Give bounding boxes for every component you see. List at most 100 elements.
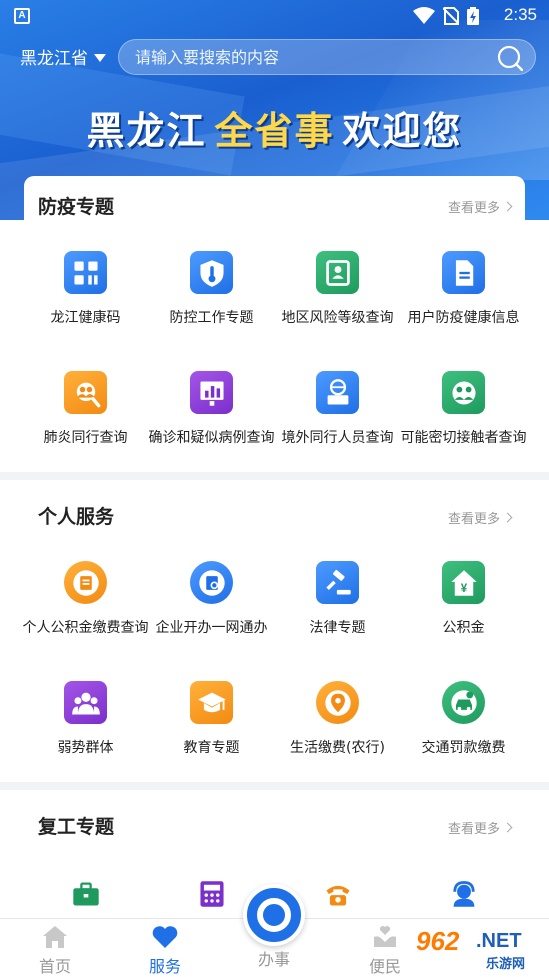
welcome-text-left: 黑龙江	[86, 109, 207, 153]
risk-map-icon	[325, 259, 350, 286]
clock: 2:35	[503, 5, 537, 24]
service-item-label: 用户防疫健康信息	[407, 310, 520, 326]
service-tile	[316, 561, 359, 604]
service-item[interactable]: 肺炎同行查询	[17, 371, 154, 491]
home-icon	[43, 926, 67, 948]
service-item[interactable]: 交通罚款缴费	[395, 681, 532, 801]
service-item-label: 公积金	[442, 620, 485, 636]
chevron-right-icon	[502, 512, 513, 523]
hands-heart-icon	[374, 926, 396, 947]
service-item[interactable]: 法律专题	[269, 561, 406, 681]
view-more-label: 查看更多	[447, 512, 500, 527]
service-item-label: 企业开办一网通办	[155, 620, 268, 636]
chevron-down-icon	[94, 53, 106, 62]
service-item-label: 肺炎同行查询	[43, 430, 128, 446]
section-header: 防疫专题 查看更多	[24, 176, 525, 232]
view-more-link[interactable]: 查看更多	[447, 197, 513, 216]
service-tile	[64, 251, 107, 294]
service-tile	[64, 561, 107, 604]
service-tile	[190, 561, 233, 604]
service-item[interactable]: 生活缴费(农行)	[269, 681, 406, 801]
svg-text:¥: ¥	[460, 583, 467, 595]
document-icon	[455, 259, 473, 286]
group-icon	[71, 692, 100, 715]
shield-thermometer-icon	[199, 259, 224, 287]
service-item-label: 防控工作专题	[169, 310, 254, 326]
service-tile	[64, 681, 107, 724]
center-action-label: 办事	[257, 950, 290, 969]
welcome-text-right: 欢迎您	[342, 109, 463, 153]
bar-chart-icon	[199, 380, 224, 406]
tab-label: 首页	[38, 957, 71, 976]
view-more-link[interactable]: 查看更多	[447, 508, 513, 527]
welcome-text-mid: 全省事	[214, 109, 335, 153]
service-tile	[190, 872, 233, 915]
section-title: 个人服务	[38, 506, 115, 528]
service-item[interactable]: 个人公积金缴费查询	[17, 561, 154, 681]
service-item-label: 确诊和疑似病例查询	[148, 430, 275, 446]
service-item[interactable]: 境外同行人员查询	[269, 371, 406, 491]
tab-service[interactable]: 服务	[110, 919, 220, 977]
no-sim-icon	[443, 7, 459, 25]
service-item[interactable]	[17, 872, 154, 918]
search-bar[interactable]	[118, 39, 536, 75]
business-doc-icon	[198, 569, 225, 596]
service-item-label: 交通罚款缴费	[421, 740, 506, 756]
service-tile	[442, 371, 485, 414]
affairs-logo-icon	[257, 898, 291, 932]
service-item-label: 龙江健康码	[50, 310, 121, 326]
service-item-label: 教育专题	[183, 740, 240, 756]
service-item[interactable]: 弱势群体	[17, 681, 154, 801]
globe-computer-icon	[327, 378, 348, 405]
service-tile	[64, 872, 107, 915]
service-item-label: 个人公积金缴费查询	[22, 620, 149, 636]
service-item[interactable]: 防控工作专题	[143, 251, 280, 371]
telephone-icon	[325, 885, 350, 906]
service-item-label: 境外同行人员查询	[281, 430, 394, 446]
service-item[interactable]: 确诊和疑似病例查询	[143, 371, 280, 491]
service-item[interactable]: 企业开办一网通办	[143, 561, 280, 681]
service-item-label: 弱势群体	[57, 740, 114, 756]
service-item[interactable]	[395, 872, 532, 918]
car-fine-icon	[450, 689, 477, 716]
region-label: 黑龙江省	[20, 49, 88, 69]
service-item-label: 法律专题	[309, 620, 366, 636]
chevron-right-icon	[502, 201, 513, 212]
watermark-net: .NET	[476, 930, 522, 952]
region-selector[interactable]: 黑龙江省	[20, 44, 106, 69]
service-tile	[442, 681, 485, 724]
service-item-label: 可能密切接触者查询	[400, 430, 527, 446]
customer-service-icon	[452, 880, 475, 907]
service-item[interactable]: 可能密切接触者查询	[395, 371, 532, 491]
section-title: 防疫专题	[38, 196, 115, 218]
view-more-label: 查看更多	[447, 822, 500, 837]
service-tile	[316, 251, 359, 294]
people-search-icon	[76, 382, 100, 407]
service-item[interactable]: 龙江健康码	[17, 251, 154, 371]
section-title: 复工专题	[38, 816, 115, 838]
battery-charging-icon	[467, 7, 479, 25]
service-tile	[190, 371, 233, 414]
service-item[interactable]: ¥ 公积金	[395, 561, 532, 681]
service-tile	[64, 371, 107, 414]
service-item[interactable]: 教育专题	[143, 681, 280, 801]
graduation-cap-icon	[197, 692, 226, 712]
center-action-button[interactable]	[243, 884, 305, 946]
briefcase-icon	[72, 881, 99, 906]
search-input[interactable]	[135, 40, 475, 74]
service-tile	[190, 681, 233, 724]
tab-home[interactable]: 首页	[0, 919, 110, 977]
site-watermark: 962 .NET 乐游网	[410, 924, 545, 972]
app-notification-icon: A	[14, 8, 30, 24]
service-tile	[316, 872, 359, 915]
watermark-number: 962	[416, 926, 460, 956]
service-item[interactable]: 地区风险等级查询	[269, 251, 406, 371]
service-tile	[442, 251, 485, 294]
service-tile	[190, 251, 233, 294]
service-tile	[316, 371, 359, 414]
view-more-label: 查看更多	[447, 201, 500, 216]
search-icon[interactable]	[497, 45, 523, 71]
fund-doc-icon	[72, 569, 99, 596]
service-item[interactable]: 用户防疫健康信息	[395, 251, 532, 371]
view-more-link[interactable]: 查看更多	[447, 818, 513, 837]
